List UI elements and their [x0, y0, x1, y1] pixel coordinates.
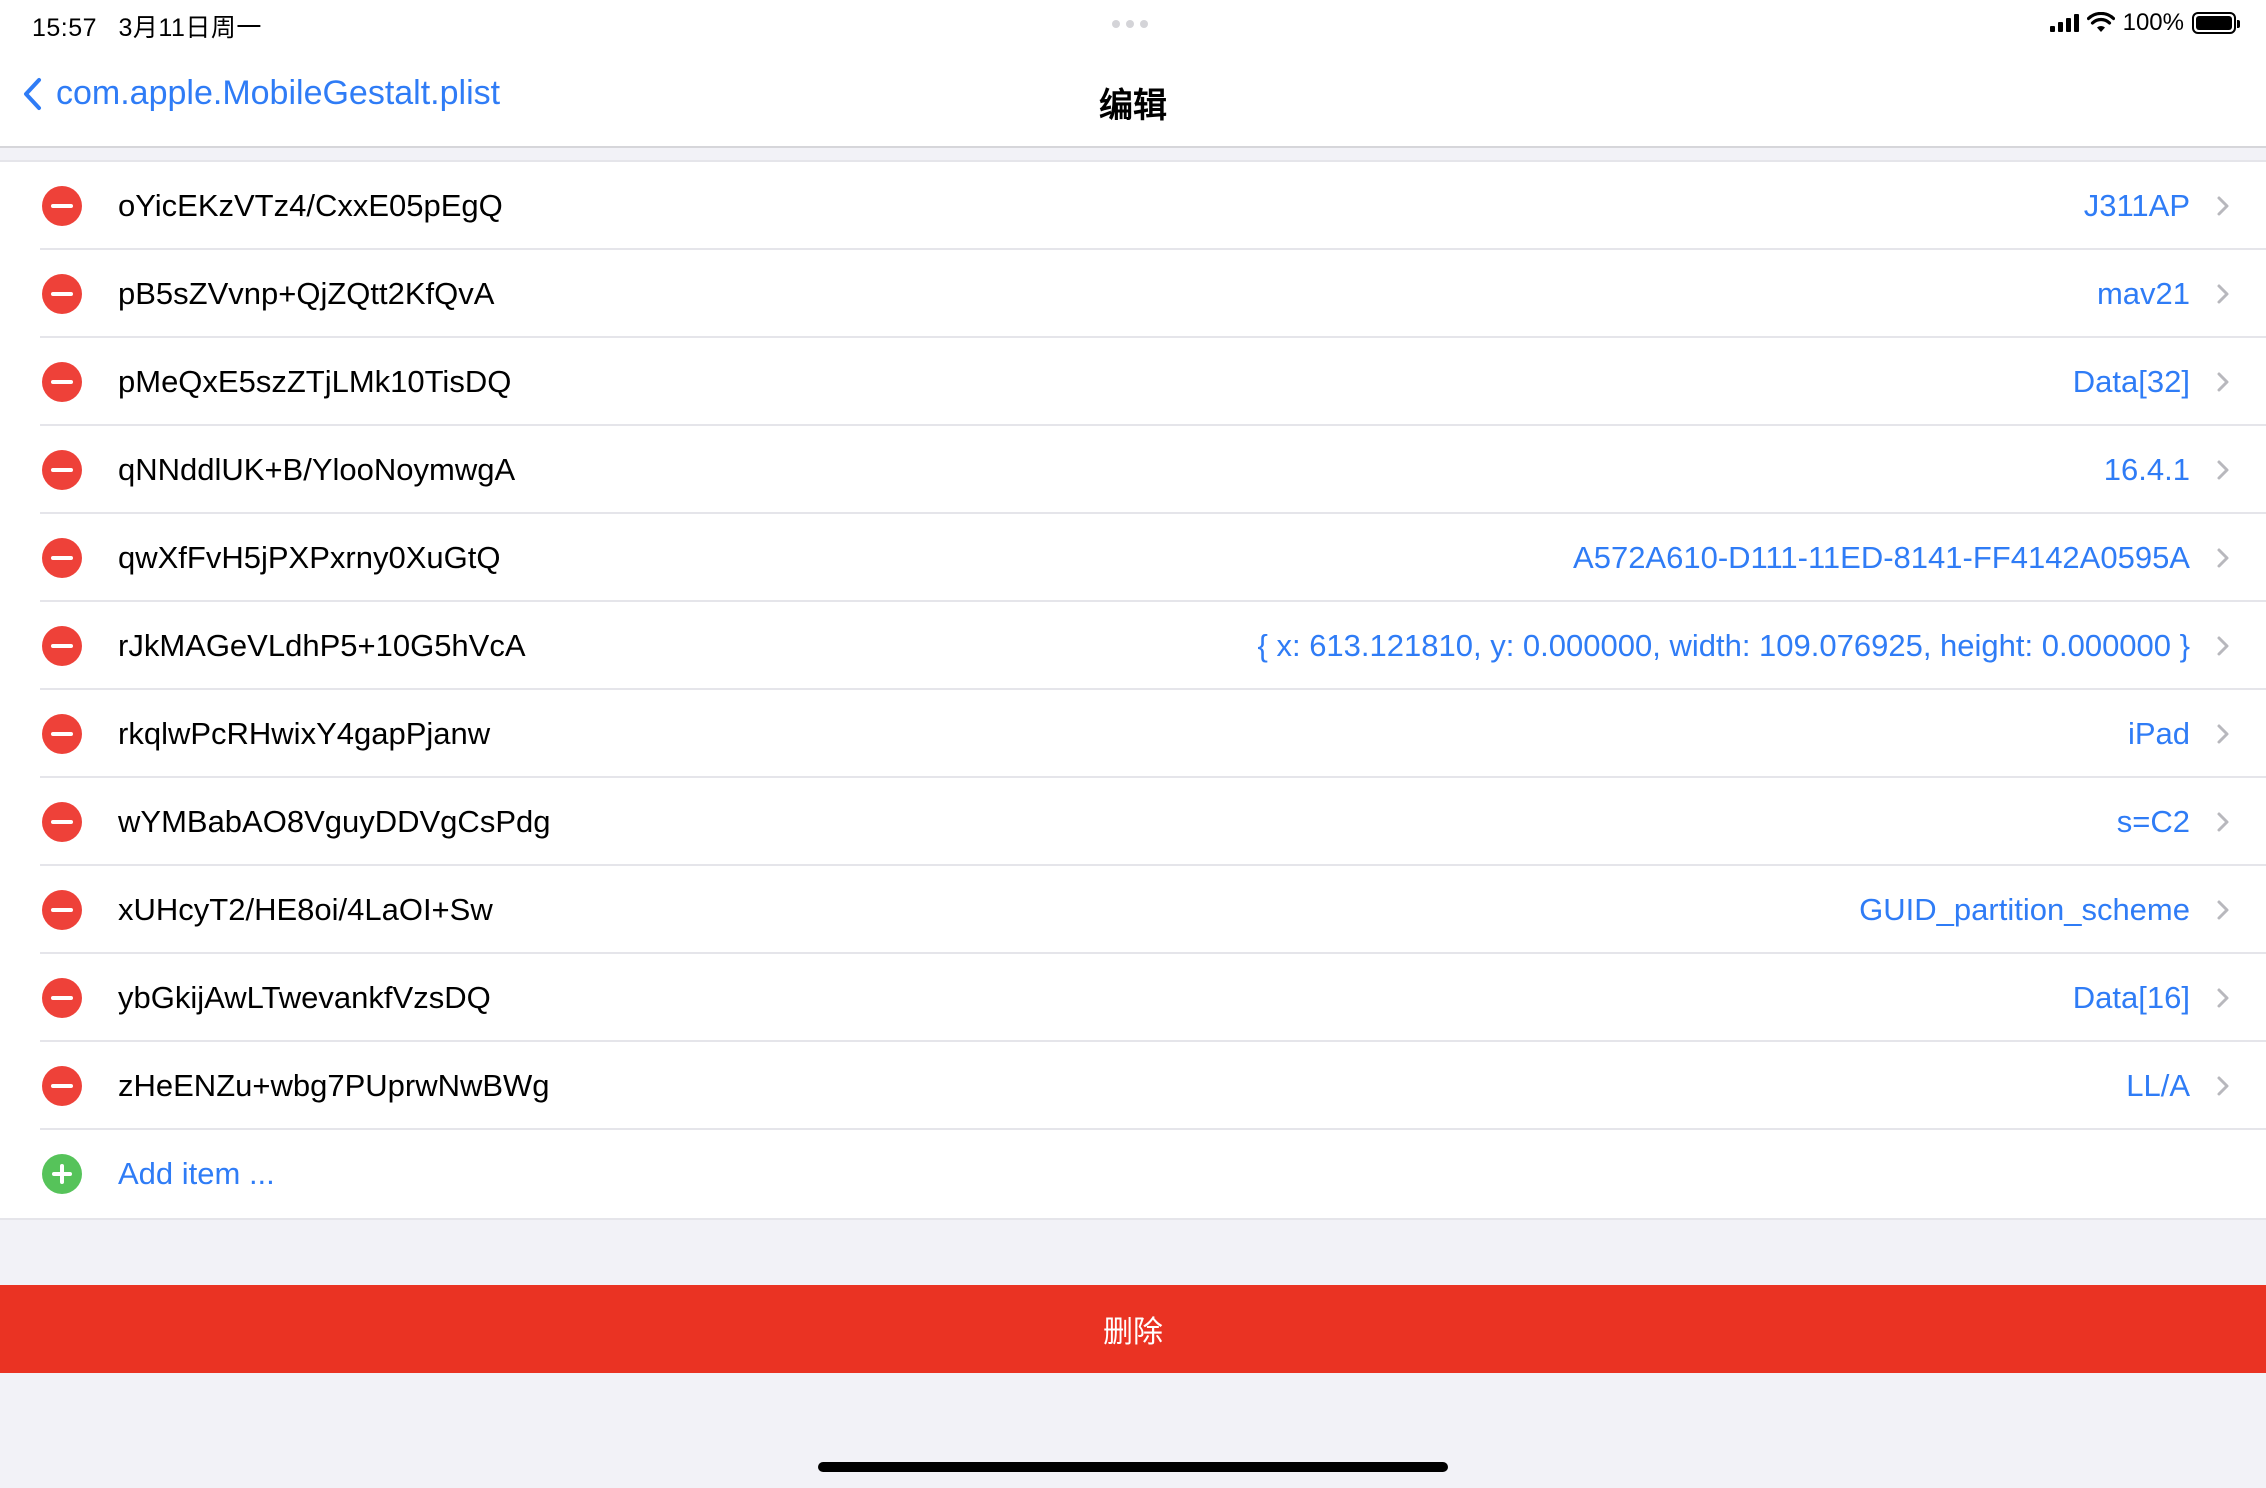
- item-key: pB5sZVvnp+QjZQtt2KfQvA: [118, 276, 495, 311]
- item-value: GUID_partition_scheme: [1859, 892, 2190, 927]
- chevron-right-icon: [2217, 1076, 2229, 1096]
- plus-circle-icon[interactable]: [42, 1154, 82, 1194]
- chevron-right-icon: [2217, 548, 2229, 568]
- item-key: wYMBabAO8VguyDDVgCsPdg: [118, 804, 551, 839]
- status-time: 15:57: [32, 14, 98, 42]
- list-item[interactable]: pB5sZVvnp+QjZQtt2KfQvA mav21: [0, 250, 2266, 338]
- status-bar: 15:57 3月11日周一 100%: [0, 0, 2266, 48]
- minus-circle-icon[interactable]: [42, 626, 82, 666]
- list-item[interactable]: pMeQxE5szZTjLMk10TisDQ Data[32]: [0, 338, 2266, 426]
- minus-circle-icon[interactable]: [42, 978, 82, 1018]
- navigation-bar: com.apple.MobileGestalt.plist 编辑: [0, 48, 2266, 148]
- minus-circle-icon[interactable]: [42, 714, 82, 754]
- multitasking-dots-icon[interactable]: [1112, 20, 1148, 28]
- item-value: A572A610-D111-11ED-8141-FF4142A0595A: [1573, 540, 2190, 575]
- chevron-right-icon: [2217, 460, 2229, 480]
- chevron-right-icon: [2217, 372, 2229, 392]
- chevron-right-icon: [2217, 900, 2229, 920]
- minus-circle-icon[interactable]: [42, 450, 82, 490]
- list-item[interactable]: zHeENZu+wbg7PUprwNwBWg LL/A: [0, 1042, 2266, 1130]
- item-key: rkqlwPcRHwixY4gapPjanw: [118, 716, 491, 751]
- list-item[interactable]: oYicEKzVTz4/CxxE05pEgQ J311AP: [0, 162, 2266, 250]
- item-value: mav21: [2096, 276, 2190, 311]
- minus-circle-icon[interactable]: [42, 274, 82, 314]
- status-indicators: 100%: [2049, 9, 2240, 37]
- item-value: J311AP: [2083, 188, 2190, 223]
- chevron-right-icon: [2217, 196, 2229, 216]
- minus-circle-icon[interactable]: [42, 186, 82, 226]
- page-title: 编辑: [1099, 87, 1167, 125]
- item-key: ybGkijAwLTwevankfVzsDQ: [118, 980, 491, 1015]
- chevron-right-icon: [2217, 636, 2229, 656]
- item-key: zHeENZu+wbg7PUprwNwBWg: [118, 1068, 550, 1103]
- minus-circle-icon[interactable]: [42, 1066, 82, 1106]
- battery-icon: [2192, 12, 2240, 34]
- item-value: { x: 613.121810, y: 0.000000, width: 109…: [1257, 628, 2191, 663]
- item-key: qNNddlUK+B/YlooNoymwgA: [118, 452, 516, 487]
- item-key: xUHcyT2/HE8oi/4LaOI+Sw: [118, 892, 493, 927]
- item-key: rJkMAGeVLdhP5+10G5hVcA: [118, 628, 526, 663]
- battery-percent: 100%: [2122, 9, 2184, 36]
- item-key: oYicEKzVTz4/CxxE05pEgQ: [118, 188, 503, 223]
- chevron-right-icon: [2217, 988, 2229, 1008]
- minus-circle-icon[interactable]: [42, 890, 82, 930]
- list-item[interactable]: wYMBabAO8VguyDDVgCsPdg s=C2: [0, 778, 2266, 866]
- list-item[interactable]: rkqlwPcRHwixY4gapPjanw iPad: [0, 690, 2266, 778]
- status-date: 3月11日周一: [118, 14, 262, 42]
- plist-item-list: oYicEKzVTz4/CxxE05pEgQ J311AP pB5sZVvnp+Qj…: [0, 160, 2266, 1220]
- item-value: iPad: [2127, 716, 2190, 751]
- home-indicator[interactable]: [818, 1462, 1448, 1472]
- status-time-date: 15:57 3月11日周一: [32, 8, 262, 44]
- list-item[interactable]: ybGkijAwLTwevankfVzsDQ Data[16]: [0, 954, 2266, 1042]
- list-item[interactable]: qNNddlUK+B/YlooNoymwgA 16.4.1: [0, 426, 2266, 514]
- minus-circle-icon[interactable]: [42, 802, 82, 842]
- chevron-right-icon: [2217, 284, 2229, 304]
- chevron-right-icon: [2217, 812, 2229, 832]
- chevron-right-icon: [2217, 724, 2229, 744]
- minus-circle-icon[interactable]: [42, 538, 82, 578]
- add-item-row[interactable]: Add item ...: [0, 1130, 2266, 1218]
- item-value: 16.4.1: [2103, 452, 2190, 487]
- item-value: LL/A: [2126, 1068, 2190, 1103]
- item-key: pMeQxE5szZTjLMk10TisDQ: [118, 364, 512, 399]
- cellular-signal-icon: [2049, 14, 2079, 32]
- item-value: Data[32]: [2072, 364, 2190, 399]
- item-value: Data[16]: [2072, 980, 2190, 1015]
- item-key: qwXfFvH5jPXPxrny0XuGtQ: [118, 540, 501, 575]
- add-item-label[interactable]: Add item ...: [118, 1156, 275, 1192]
- item-value: s=C2: [2116, 804, 2190, 839]
- list-item[interactable]: rJkMAGeVLdhP5+10G5hVcA { x: 613.121810, y…: [0, 602, 2266, 690]
- wifi-icon: [2086, 12, 2115, 32]
- list-item[interactable]: qwXfFvH5jPXPxrny0XuGtQ A572A610-D111-11ED…: [0, 514, 2266, 602]
- list-item[interactable]: xUHcyT2/HE8oi/4LaOI+Sw GUID_partition_sch…: [0, 866, 2266, 954]
- delete-button[interactable]: 删除: [0, 1285, 2266, 1373]
- minus-circle-icon[interactable]: [42, 362, 82, 402]
